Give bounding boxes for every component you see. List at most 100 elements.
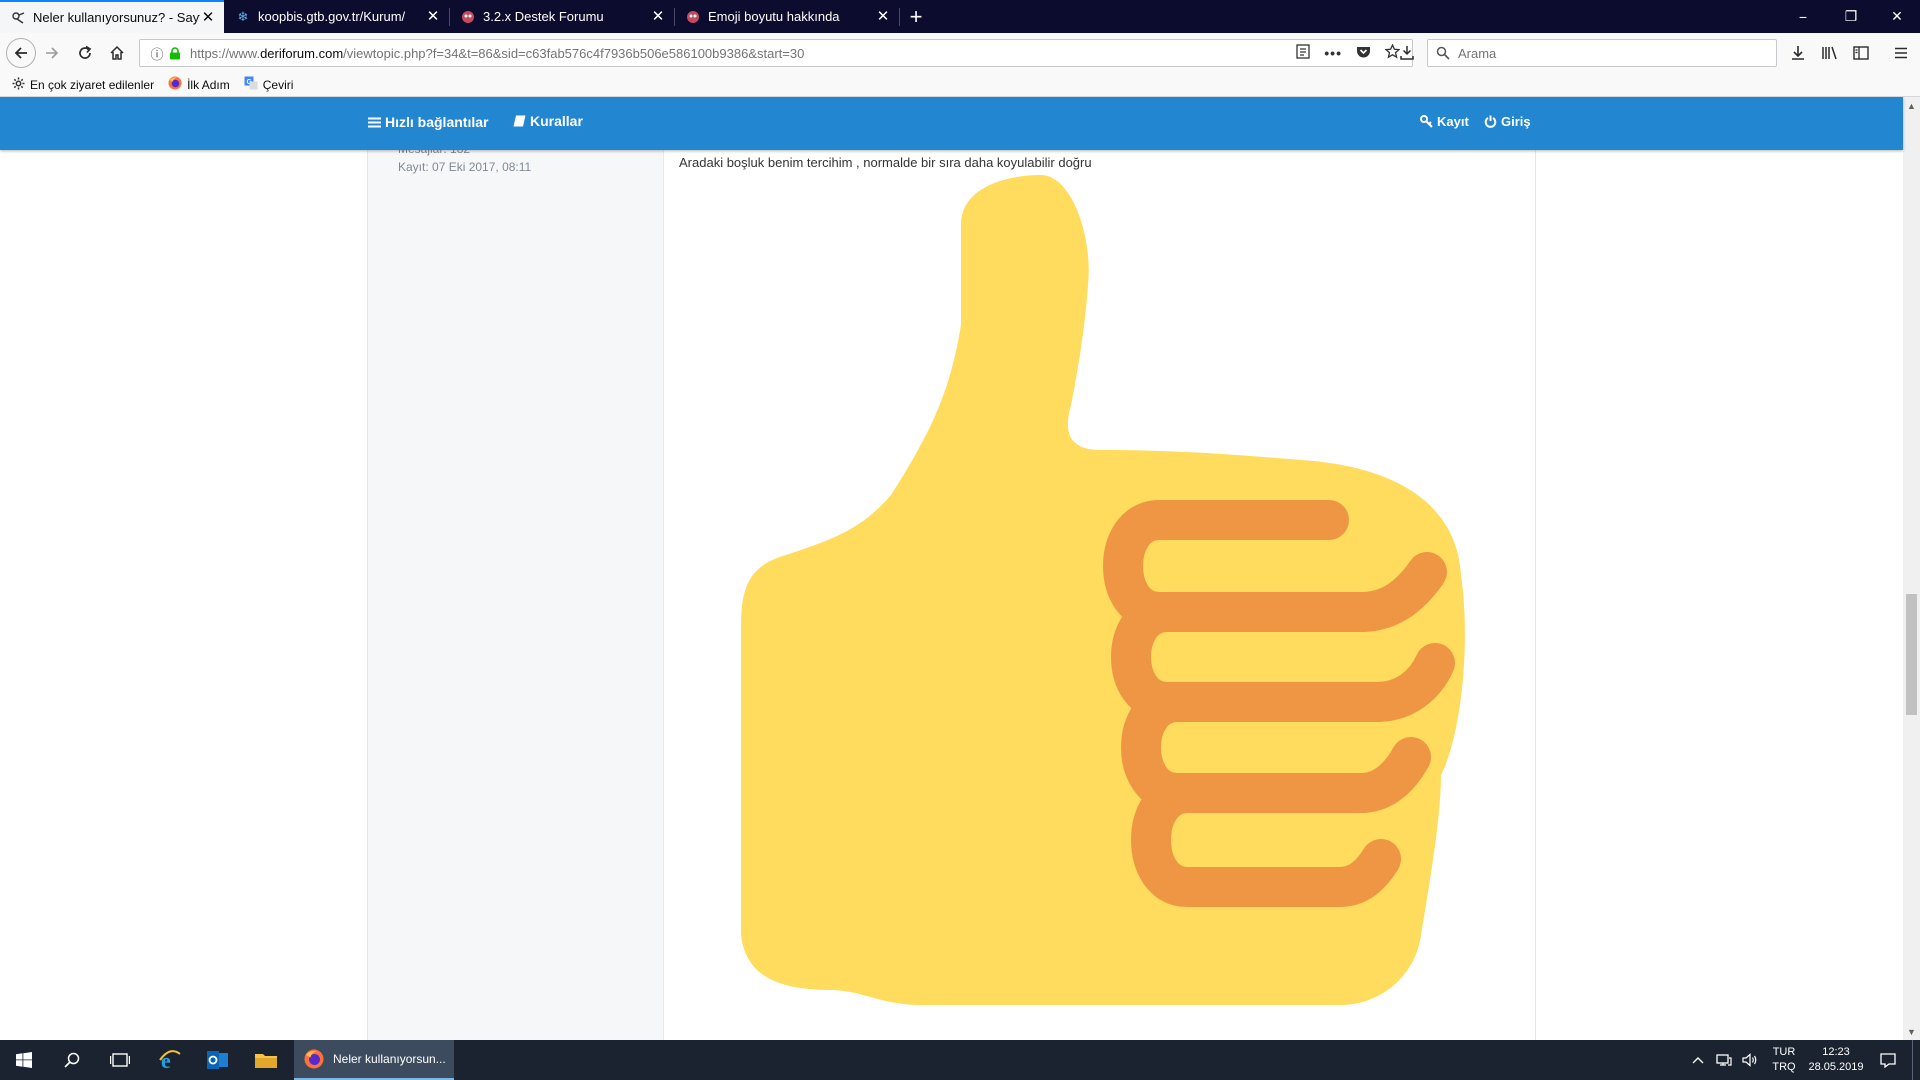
forum-navbar: Hızlı bağlantılar Kurallar Kayıt Giriş (0, 97, 1903, 150)
page-download-button[interactable] (1393, 39, 1421, 67)
task-view-button[interactable] (96, 1040, 144, 1080)
thumbs-up-icon (741, 175, 1465, 1005)
show-desktop-button[interactable] (1912, 1040, 1920, 1080)
info-icon[interactable]: ⓘ (146, 44, 168, 63)
vertical-scrollbar[interactable]: ▲ ▼ (1903, 97, 1920, 1040)
thumbs-up-emoji (741, 175, 1485, 1005)
profile-joined-date: Kayıt: 07 Eki 2017, 08:11 (398, 160, 532, 174)
internet-explorer-button[interactable]: e (146, 1040, 194, 1080)
tab-active[interactable]: Neler kullanıyorsunuz? - Sayfa 4 ✕ (0, 0, 224, 33)
tab-title: Neler kullanıyorsunuz? - Sayfa 4 (33, 10, 200, 25)
taskbar-app-label: Neler kullanıyorsun... (333, 1052, 446, 1066)
tab-title: Emoji boyutu hakkında (708, 9, 840, 24)
home-icon (110, 45, 124, 60)
search-input[interactable] (1458, 45, 1758, 61)
home-button[interactable] (103, 39, 131, 67)
address-bar[interactable]: ⓘ https://www.deriforum.com/viewtopic.ph… (139, 39, 1413, 67)
tab-koopbis[interactable]: ❄ koopbis.gtb.gov.tr/Kurum/ ✕ (225, 0, 449, 33)
search-bar[interactable] (1427, 39, 1777, 67)
minimize-button[interactable]: − (1780, 0, 1826, 33)
scroll-up-icon[interactable]: ▲ (1903, 97, 1920, 114)
menu-button[interactable] (1887, 39, 1915, 67)
action-center-button[interactable] (1868, 1040, 1908, 1080)
clock-date: 28.05.2019 (1808, 1061, 1864, 1073)
hamburger-icon (368, 117, 381, 127)
download-icon (1792, 46, 1804, 60)
forum-icon (10, 10, 26, 26)
file-explorer-button[interactable] (242, 1040, 290, 1080)
language-code: TUR (1772, 1046, 1796, 1058)
pocket-icon[interactable] (1356, 45, 1371, 62)
show-hidden-icons-button[interactable] (1686, 1040, 1710, 1080)
tab-destek-forumu[interactable]: 3.2.x Destek Forumu ✕ (450, 0, 674, 33)
forward-button[interactable] (38, 39, 66, 67)
firefox-icon (168, 76, 182, 93)
reader-view-icon[interactable] (1296, 44, 1310, 62)
lock-icon (168, 46, 182, 60)
taskbar-firefox-app[interactable]: Neler kullanıyorsun... (294, 1040, 454, 1080)
reload-icon (79, 45, 92, 59)
bookmark-translate[interactable]: G Çeviri (244, 76, 294, 93)
url-prefix: https://www. (190, 45, 261, 61)
close-icon[interactable]: ✕ (200, 9, 216, 26)
login-link[interactable]: Giriş (1484, 114, 1531, 129)
post-profile: Mesajlar: 182 Kayıt: 07 Eki 2017, 08:11 (368, 142, 664, 1040)
forum-logo-icon (685, 9, 701, 25)
close-window-button[interactable]: ✕ (1874, 0, 1920, 33)
windows-taskbar: e Neler kullanıyorsun... TUR TRQ 12:23 2… (0, 1040, 1920, 1080)
chevron-up-icon (1692, 1057, 1704, 1064)
windows-logo-icon (16, 1052, 32, 1068)
keyboard-layout: TRQ (1772, 1061, 1796, 1073)
hamburger-icon (1895, 47, 1907, 59)
internet-explorer-icon: e (159, 1048, 181, 1072)
navigation-toolbar: ⓘ https://www.deriforum.com/viewtopic.ph… (0, 33, 1920, 73)
bookmark-label: Çeviri (262, 77, 294, 92)
page-actions-icon[interactable]: ••• (1324, 45, 1342, 61)
folder-icon (255, 1054, 277, 1068)
search-icon (1436, 46, 1450, 60)
restore-button[interactable]: ❐ (1828, 0, 1874, 33)
tab-title: koopbis.gtb.gov.tr/Kurum/ (258, 9, 406, 24)
sidebar-button[interactable] (1847, 39, 1875, 67)
tab-emoji-boyutu[interactable]: Emoji boyutu hakkında ✕ (675, 0, 899, 33)
bookmark-label: En çok ziyaret edilenler (30, 77, 155, 92)
url-text[interactable]: https://www.deriforum.com/viewtopic.php?… (190, 46, 1296, 61)
clock[interactable]: 12:23 28.05.2019 (1804, 1040, 1868, 1080)
back-button[interactable] (6, 38, 36, 68)
snowflake-icon: ❄ (237, 8, 249, 24)
close-icon[interactable]: ✕ (650, 8, 666, 25)
rules-label: Kurallar (530, 113, 583, 129)
network-button[interactable] (1712, 1040, 1736, 1080)
network-icon (1716, 1054, 1732, 1066)
tab-strip: Neler kullanıyorsunuz? - Sayfa 4 ✕ ❄ koo… (0, 0, 1920, 33)
start-button[interactable] (0, 1040, 48, 1080)
quick-links-menu[interactable]: Hızlı bağlantılar (368, 114, 488, 130)
scroll-thumb[interactable] (1906, 594, 1917, 715)
downloads-button[interactable] (1784, 39, 1812, 67)
input-language-indicator[interactable]: TUR TRQ (1764, 1040, 1804, 1080)
library-button[interactable] (1815, 39, 1843, 67)
bookmark-most-visited[interactable]: En çok ziyaret edilenler (12, 77, 154, 93)
quick-links-label: Hızlı bağlantılar (385, 114, 489, 130)
new-tab-button[interactable]: + (900, 0, 932, 33)
close-icon[interactable]: ✕ (875, 8, 891, 25)
login-label: Giriş (1501, 114, 1531, 129)
register-link[interactable]: Kayıt (1420, 114, 1469, 129)
bookmark-label: İlk Adım (187, 77, 230, 92)
bookmark-first-steps[interactable]: İlk Adım (168, 76, 230, 93)
forum-logo-icon (460, 9, 476, 25)
volume-button[interactable] (1738, 1040, 1762, 1080)
translate-icon: G (244, 76, 258, 93)
library-icon (1821, 46, 1837, 60)
scroll-down-icon[interactable]: ▼ (1903, 1023, 1920, 1040)
reload-button[interactable] (71, 39, 99, 67)
rules-link[interactable]: Kurallar (513, 113, 583, 129)
close-icon[interactable]: ✕ (425, 8, 441, 25)
post-panel: Mesajlar: 182 Kayıt: 07 Eki 2017, 08:11 … (367, 142, 1536, 1040)
post-content-text: Aradaki boşluk benim tercihim , normalde… (679, 155, 1092, 170)
search-taskbar-button[interactable] (48, 1040, 96, 1080)
clock-time: 12:23 (1822, 1046, 1850, 1058)
key-icon (1420, 115, 1433, 128)
outlook-button[interactable] (194, 1040, 242, 1080)
register-label: Kayıt (1437, 114, 1469, 129)
